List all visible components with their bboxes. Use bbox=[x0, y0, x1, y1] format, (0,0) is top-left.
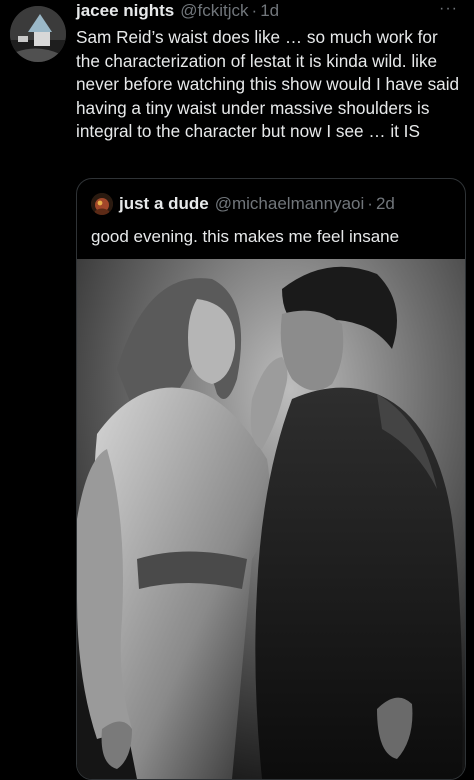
quoted-tweet-text: good evening. this makes me feel insane bbox=[91, 227, 400, 246]
avatar-image bbox=[91, 193, 113, 215]
author-name[interactable]: jacee nights bbox=[76, 1, 174, 21]
quoted-tweet[interactable]: just a dude @michaelmannyaoi · 2d good e… bbox=[76, 178, 466, 780]
photo-two-men bbox=[77, 259, 465, 779]
header-separator: · bbox=[251, 1, 258, 20]
tweet-text: Sam Reid’s waist does like … so much wor… bbox=[76, 27, 464, 141]
quoted-author-name[interactable]: just a dude bbox=[119, 194, 209, 214]
quoted-tweet-header: just a dude @michaelmannyaoi · 2d bbox=[91, 193, 395, 215]
author-handle[interactable]: @fckitjck bbox=[180, 1, 248, 21]
quoted-tweet-photo[interactable] bbox=[77, 259, 465, 779]
tweet-timestamp[interactable]: 1d bbox=[260, 1, 279, 21]
quoted-author-handle[interactable]: @michaelmannyaoi bbox=[215, 194, 365, 214]
avatar-image bbox=[10, 6, 66, 62]
tweet: jacee nights @fckitjck · 1d ··· Sam Reid… bbox=[0, 0, 474, 780]
tweet-header: jacee nights @fckitjck · 1d bbox=[76, 1, 279, 25]
author-avatar[interactable] bbox=[10, 6, 66, 62]
more-icon[interactable]: ··· bbox=[439, 0, 458, 18]
quoted-header-separator: · bbox=[367, 194, 373, 213]
quoted-author-avatar[interactable] bbox=[91, 193, 113, 215]
quoted-tweet-timestamp[interactable]: 2d bbox=[376, 194, 395, 214]
